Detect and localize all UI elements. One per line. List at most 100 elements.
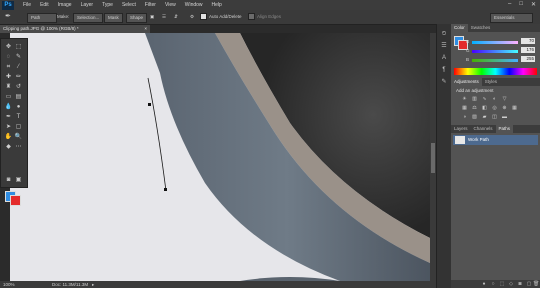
color-balance-icon[interactable]: ⚖ [471,105,478,111]
menu-select[interactable]: Select [122,2,136,8]
close-window-button[interactable]: ✕ [531,1,536,8]
history-panel-icon[interactable]: ⏲ [440,30,448,38]
levels-icon[interactable]: ▥ [471,96,478,102]
blue-value-input[interactable]: 255 [521,56,535,62]
hand-tool-icon[interactable]: ✋ [4,133,13,141]
channel-mixer-icon[interactable]: ⊕ [501,105,508,111]
zoom-level[interactable]: 100% [3,281,15,288]
tab-paths[interactable]: Paths [495,125,514,133]
red-slider[interactable]: R 70 [466,38,536,45]
fill-path-icon[interactable]: ● [481,281,487,287]
dodge-tool-icon[interactable]: ● [14,103,23,111]
zoom-tool-icon[interactable]: 🔍 [14,133,23,141]
pen-tool-preset-icon[interactable]: ✒ [5,13,11,21]
blue-slider[interactable]: B 255 [466,56,536,63]
exposure-icon[interactable]: ◐ [491,96,498,102]
maximize-button[interactable]: □ [519,1,523,8]
posterize-icon[interactable]: ▨ [471,114,478,120]
make-shape-button[interactable]: Shape [126,13,148,23]
green-value-input[interactable]: 176 [521,47,535,53]
make-work-path-icon[interactable]: ◇ [508,281,514,287]
red-value-input[interactable]: 70 [521,38,535,44]
healing-brush-tool-icon[interactable]: ✚ [4,73,13,81]
history-brush-tool-icon[interactable]: ↺ [14,83,23,91]
tab-layers[interactable]: Layers [451,125,471,133]
path-selection-tool-icon[interactable]: ➤ [4,123,13,131]
menu-help[interactable]: Help [212,2,222,8]
tab-adjustments[interactable]: Adjustments [451,78,482,86]
menu-image[interactable]: Image [58,2,72,8]
brush-panel-icon[interactable]: ✎ [440,78,448,86]
type-tool-icon[interactable]: T [14,113,23,121]
menu-window[interactable]: Window [185,2,203,8]
hue-saturation-icon[interactable]: ▦ [461,105,468,111]
quick-mask-icon[interactable]: ◙ [4,176,13,184]
pen-tool-icon[interactable]: ✒ [4,113,13,121]
eyedropper-tool-icon[interactable]: ⁄ [14,63,23,71]
properties-panel-icon[interactable]: ☰ [440,42,448,50]
three-d-tool-icon[interactable]: ◆ [4,143,13,151]
crop-tool-icon[interactable]: ⌗ [4,63,13,71]
load-as-selection-icon[interactable]: ⬚ [499,281,505,287]
more-tools-icon[interactable]: ⋯ [14,143,23,151]
menu-type[interactable]: Type [102,2,113,8]
gradient-tool-icon[interactable]: ▤ [14,93,23,101]
marquee-tool-icon[interactable]: ⬚ [14,43,23,51]
add-mask-icon[interactable]: ◙ [517,281,523,287]
path-operations-icon[interactable]: ▣ [150,13,154,21]
brush-tool-icon[interactable]: ✏ [14,73,23,81]
screen-mode-icon[interactable]: ▣ [14,176,23,184]
make-selection-button[interactable]: Selection... [73,13,104,23]
brightness-contrast-icon[interactable]: ☀ [461,96,468,102]
shape-tool-icon[interactable]: ▢ [14,123,23,131]
background-color-swatch[interactable] [10,195,21,206]
curves-icon[interactable]: ∿ [481,96,488,102]
move-tool-icon[interactable]: ✥ [4,43,13,51]
menu-filter[interactable]: Filter [145,2,156,8]
new-path-icon[interactable]: ▢ [526,281,532,287]
color-spectrum-ramp[interactable] [454,68,537,75]
gradient-map-icon[interactable]: ▬ [501,114,508,120]
menu-layer[interactable]: Layer [81,2,94,8]
paragraph-panel-icon[interactable]: ¶ [440,66,448,74]
minimize-button[interactable]: – [508,1,511,8]
threshold-icon[interactable]: ▰ [481,114,488,120]
auto-add-delete-checkbox[interactable]: Auto Add/Delete [200,13,242,21]
close-document-icon[interactable]: × [144,25,147,33]
menu-view[interactable]: View [165,2,176,8]
lasso-tool-icon[interactable]: ◌ [4,53,13,61]
tab-swatches[interactable]: Swatches [468,24,494,32]
menu-file[interactable]: File [23,2,31,8]
status-menu-arrow-icon[interactable]: ▸ [92,281,94,288]
color-lookup-icon[interactable]: ▦ [511,105,518,111]
photo-filter-icon[interactable]: ◎ [491,105,498,111]
black-white-icon[interactable]: ◧ [481,105,488,111]
tab-styles[interactable]: Styles [482,78,500,86]
blur-tool-icon[interactable]: 💧 [4,103,13,111]
settings-gear-icon[interactable]: ⚙ [190,13,194,21]
scrollbar-thumb[interactable] [431,143,435,173]
menu-edit[interactable]: Edit [40,2,49,8]
invert-icon[interactable]: ◑ [461,114,468,120]
selective-color-icon[interactable]: ◫ [491,114,498,120]
clone-stamp-tool-icon[interactable]: ♜ [4,83,13,91]
align-edges-checkbox[interactable]: Align Edges [248,13,281,21]
path-arrangement-icon[interactable]: ⇵ [174,13,178,21]
path-row-work-path[interactable]: Work Path [453,135,538,145]
delete-path-icon[interactable]: 🗑 [533,281,539,287]
path-name: Work Path [468,137,489,142]
vibrance-icon[interactable]: ▽ [501,96,508,102]
green-slider[interactable]: G 176 [466,47,536,54]
workspace-select[interactable]: Essentials [490,13,533,23]
path-mode-select[interactable]: Path [27,13,57,23]
character-panel-icon[interactable]: A [440,54,448,62]
make-mask-button[interactable]: Mask [104,13,123,23]
stroke-path-icon[interactable]: ○ [490,281,496,287]
tab-channels[interactable]: Channels [471,125,496,133]
path-alignment-icon[interactable]: ☰ [162,13,166,21]
eraser-tool-icon[interactable]: ▭ [4,93,13,101]
document-tab[interactable]: Clipping path.JPG @ 100% (RGB/8) * × [0,25,150,33]
quick-select-tool-icon[interactable]: ✎ [14,53,23,61]
tab-color[interactable]: Color [451,24,468,32]
document-canvas[interactable] [10,33,430,281]
